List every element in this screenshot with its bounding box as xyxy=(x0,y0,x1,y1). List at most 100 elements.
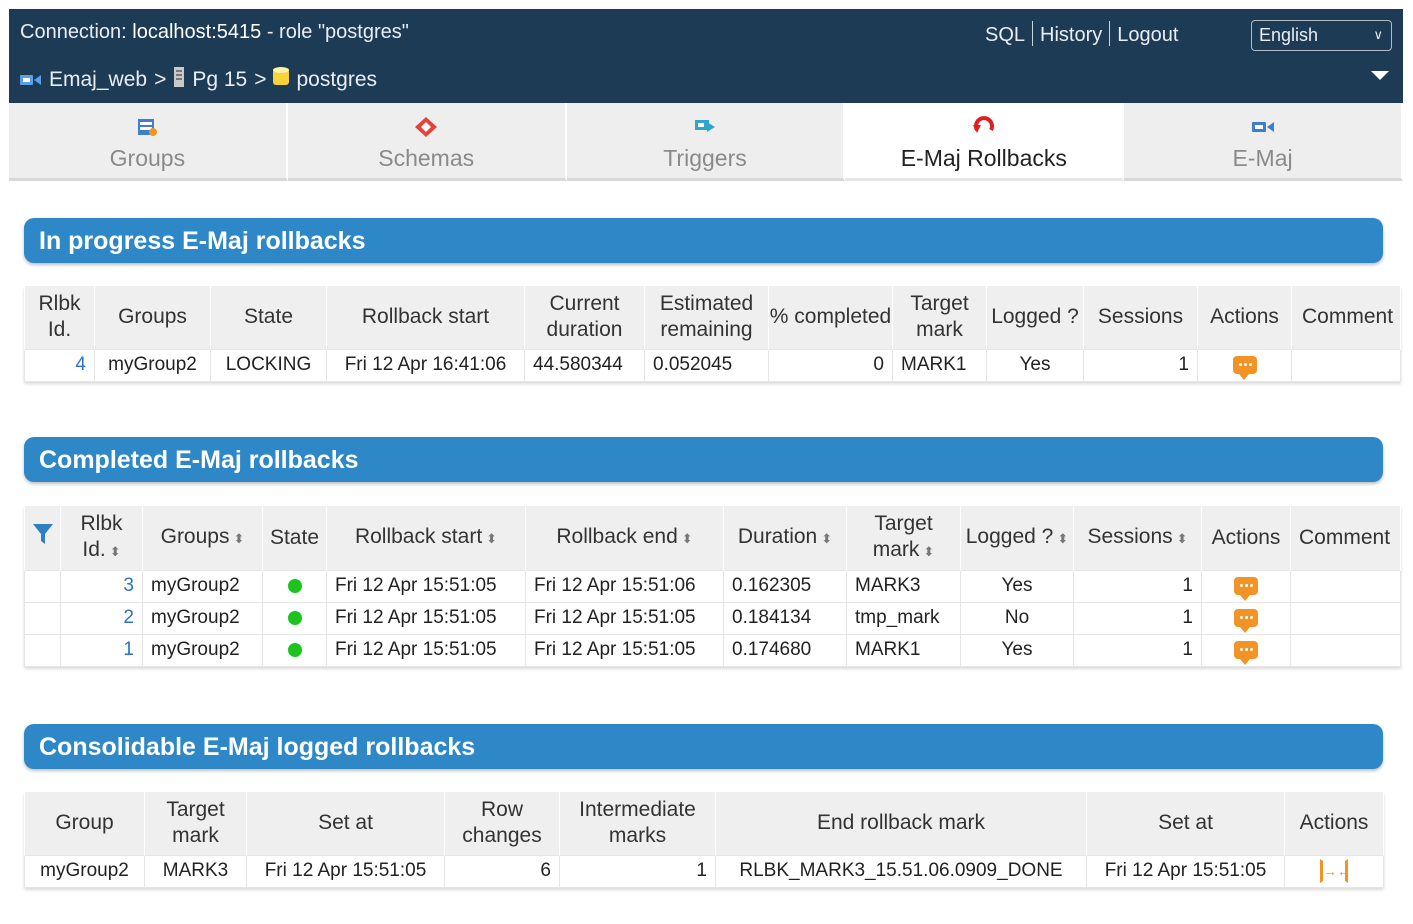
cell-row-changes: 6 xyxy=(444,854,560,888)
sort-icon[interactable]: ⬍ xyxy=(923,544,934,559)
completed-table: Rlbk Id. ⬍ Groups ⬍ State Rollback start ⬍ … xyxy=(24,506,1401,667)
col-rollback-start[interactable]: Rollback start ⬍ xyxy=(326,506,526,570)
tab-label: E-Maj Rollbacks xyxy=(900,145,1067,171)
cell-rollback-start: Fri 12 Apr 16:41:06 xyxy=(326,348,525,382)
cell-sessions: 1 xyxy=(1073,601,1202,635)
comment-icon[interactable] xyxy=(1232,355,1257,380)
cell-state xyxy=(262,633,327,667)
tab-label: Triggers xyxy=(663,145,747,171)
breadcrumb-server[interactable]: Pg 15 xyxy=(192,68,247,92)
breadcrumb-app[interactable]: Emaj_web xyxy=(49,68,147,92)
col-current-duration[interactable]: Current duration xyxy=(524,286,645,349)
history-link[interactable]: History xyxy=(1040,24,1102,46)
section-header-in-progress: In progress E-Maj rollbacks xyxy=(24,218,1383,263)
tab-schemas[interactable]: Schemas xyxy=(287,103,567,181)
cell-groups: myGroup2 xyxy=(142,601,263,635)
logout-link[interactable]: Logout xyxy=(1117,24,1178,46)
tab-emaj[interactable]: E-Maj xyxy=(1124,103,1403,181)
col-sessions[interactable]: Sessions xyxy=(1083,286,1198,349)
col-rlbk-id[interactable]: Rlbk Id. xyxy=(24,286,95,349)
col-state[interactable]: State xyxy=(210,286,327,349)
section-header-consolidable: Consolidable E-Maj logged rollbacks xyxy=(24,724,1383,769)
breadcrumb-database[interactable]: postgres xyxy=(296,68,377,92)
tab-emaj-rollbacks[interactable]: E-Maj Rollbacks xyxy=(845,103,1125,181)
tab-groups[interactable]: Groups xyxy=(9,103,288,181)
consolidate-icon[interactable]: →← xyxy=(1320,859,1351,883)
col-end-set-at: Set at xyxy=(1086,792,1285,855)
table-row: myGroup2 MARK3 Fri 12 Apr 15:51:05 6 1 R… xyxy=(24,854,1384,888)
col-target-mark[interactable]: Target mark ⬍ xyxy=(846,506,961,570)
sort-icon[interactable]: ⬍ xyxy=(233,531,244,546)
col-actions: Actions xyxy=(1197,286,1292,349)
menu-toggle-icon[interactable] xyxy=(1371,71,1389,80)
sort-icon[interactable]: ⬍ xyxy=(486,531,497,546)
filter-icon xyxy=(32,524,53,545)
cell-intermediate-marks: 1 xyxy=(559,854,716,888)
breadcrumb-separator: > xyxy=(254,68,267,91)
comment-icon[interactable] xyxy=(1234,576,1258,601)
col-target-mark[interactable]: Target mark xyxy=(892,286,987,349)
tab-triggers[interactable]: Triggers xyxy=(566,103,846,181)
col-logged[interactable]: Logged ? ⬍ xyxy=(960,506,1074,570)
tab-label: Schemas xyxy=(378,145,475,171)
chevron-down-icon: ∨ xyxy=(1373,27,1383,42)
cell-filter xyxy=(24,633,61,667)
col-rollback-start[interactable]: Rollback start xyxy=(326,286,525,349)
cell-set-at: Fri 12 Apr 15:51:05 xyxy=(246,854,445,888)
sort-icon[interactable]: ⬍ xyxy=(110,544,121,559)
groups-icon xyxy=(136,116,158,144)
col-logged[interactable]: Logged ? xyxy=(986,286,1084,349)
server-icon xyxy=(173,67,185,93)
status-completed-icon xyxy=(287,610,302,625)
sort-icon[interactable]: ⬍ xyxy=(1177,531,1188,546)
sort-icon[interactable]: ⬍ xyxy=(1057,531,1068,546)
col-end-rollback-mark: End rollback mark xyxy=(715,792,1087,855)
sort-icon[interactable]: ⬍ xyxy=(682,531,693,546)
cell-target-mark: MARK3 xyxy=(144,854,247,888)
col-rlbk-id[interactable]: Rlbk Id. ⬍ xyxy=(60,506,143,570)
connection-prefix: Connection: xyxy=(20,21,133,43)
cell-state xyxy=(262,569,327,603)
cell-end-set-at: Fri 12 Apr 15:51:05 xyxy=(1086,854,1285,888)
cell-comment xyxy=(1290,569,1401,603)
col-duration[interactable]: Duration ⬍ xyxy=(723,506,847,570)
table-row: 4 myGroup2 LOCKING Fri 12 Apr 16:41:06 4… xyxy=(24,348,1401,382)
table-row: 1 myGroup2 Fri 12 Apr 15:51:05 Fri 12 Ap… xyxy=(24,633,1401,667)
cell-actions xyxy=(1201,601,1291,635)
col-groups[interactable]: Groups ⬍ xyxy=(142,506,263,570)
cell-comment xyxy=(1291,348,1401,382)
rlbk-id-link[interactable]: 1 xyxy=(60,633,143,667)
rlbk-id-link[interactable]: 3 xyxy=(60,569,143,603)
cell-sessions: 1 xyxy=(1073,633,1202,667)
consolidable-table: Group Target mark Set at Row changes Int… xyxy=(24,792,1384,888)
language-select[interactable]: English ∨ xyxy=(1251,20,1392,51)
col-rollback-end[interactable]: Rollback end ⬍ xyxy=(525,506,724,570)
cell-filter xyxy=(24,601,61,635)
col-state: State xyxy=(262,506,327,570)
rollback-icon xyxy=(972,116,996,144)
table-row: 2 myGroup2 Fri 12 Apr 15:51:05 Fri 12 Ap… xyxy=(24,601,1401,635)
triggers-icon xyxy=(693,116,717,144)
rlbk-id-link[interactable]: 2 xyxy=(60,601,143,635)
filter-toggle[interactable] xyxy=(24,506,61,570)
cell-sessions: 1 xyxy=(1083,348,1198,382)
cell-end-rollback-mark: RLBK_MARK3_15.51.06.0909_DONE xyxy=(715,854,1087,888)
comment-icon[interactable] xyxy=(1234,608,1258,633)
cell-rollback-start: Fri 12 Apr 15:51:05 xyxy=(326,633,526,667)
rlbk-id-link[interactable]: 4 xyxy=(24,348,95,382)
col-estimated-remaining[interactable]: Estimated remaining xyxy=(644,286,769,349)
cell-comment xyxy=(1290,633,1401,667)
connection-host: localhost:5415 xyxy=(132,21,262,43)
col-percent-completed[interactable]: % completed xyxy=(768,286,893,349)
col-groups[interactable]: Groups xyxy=(94,286,211,349)
comment-icon[interactable] xyxy=(1234,640,1258,665)
cell-group: myGroup2 xyxy=(24,854,145,888)
status-completed-icon xyxy=(287,578,302,593)
cell-target-mark: MARK1 xyxy=(846,633,961,667)
cell-target-mark: MARK1 xyxy=(892,348,987,382)
col-sessions[interactable]: Sessions ⬍ xyxy=(1073,506,1202,570)
schemas-icon xyxy=(414,116,438,144)
cell-state xyxy=(262,601,327,635)
sql-link[interactable]: SQL xyxy=(985,24,1025,46)
sort-icon[interactable]: ⬍ xyxy=(821,531,832,546)
